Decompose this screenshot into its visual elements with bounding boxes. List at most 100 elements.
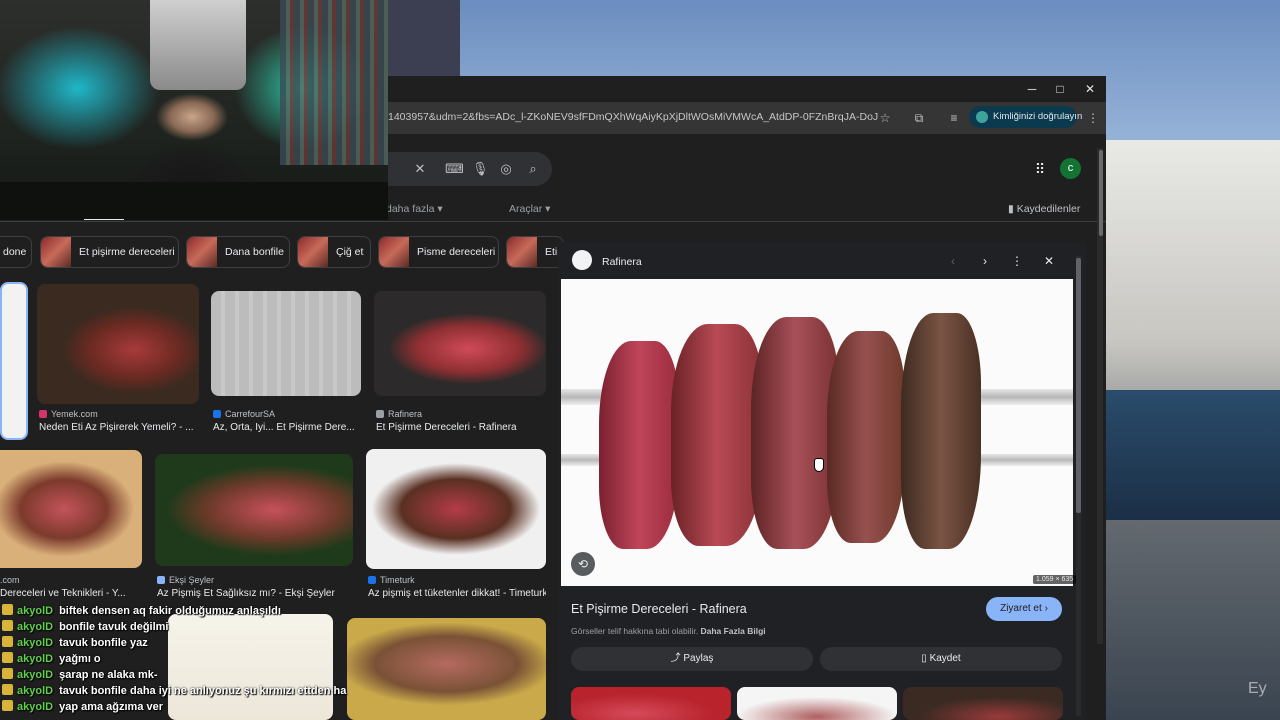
subscriber-badge-icon xyxy=(2,636,13,647)
chip-2[interactable]: Dana bonfile xyxy=(186,236,290,268)
chat-message: akyolD yağmı o xyxy=(2,652,101,668)
clear-search-icon[interactable]: ✕ xyxy=(412,161,428,177)
copyright-notice: Görseller telif hakkına tabi olabilir. D… xyxy=(571,626,766,636)
browser-menu-icon[interactable]: ⋮ xyxy=(1085,110,1101,126)
visit-label: Ziyaret et xyxy=(1000,603,1042,614)
subscriber-badge-icon xyxy=(2,684,13,695)
related-image[interactable] xyxy=(737,687,897,720)
save-button[interactable]: ▯ Kaydet xyxy=(820,647,1062,671)
result-card[interactable]: Ekşi Şeyler Az Pişmiş Et Sağlıksız mı? -… xyxy=(155,454,353,600)
chip-3[interactable]: Çiğ et xyxy=(297,236,371,268)
previous-image-icon[interactable]: ‹ xyxy=(946,254,960,268)
chip-label: Çiğ et xyxy=(336,246,364,258)
related-image[interactable] xyxy=(571,687,731,720)
chat-username: akyolD xyxy=(17,701,54,713)
result-title[interactable]: Az Pişmiş Et Sağlıksız mı? - Ekşi Şeyler xyxy=(157,588,353,599)
result-thumbnail xyxy=(211,291,361,396)
steak-slice-medium-rare xyxy=(671,324,763,546)
result-thumbnail xyxy=(37,284,199,404)
chat-message: akyolD şarap ne alaka mk- xyxy=(2,668,158,684)
chat-text: bonfile tavuk değilmi xyxy=(59,621,169,633)
chat-text: yağmı o xyxy=(59,653,101,665)
verify-identity-label: Kimliğinizi doğrulayın xyxy=(993,111,1083,122)
more-info-link[interactable]: Daha Fazla Bilgi xyxy=(700,626,765,636)
chip-5[interactable]: Etin xyxy=(506,236,564,268)
yemek-favicon xyxy=(39,410,47,418)
chat-username: akyolD xyxy=(17,653,54,665)
share-button[interactable]: ⤴ Paylaş xyxy=(571,647,813,671)
chat-text: biftek densen aq fakir olduğumuz anlaşıl… xyxy=(59,605,281,617)
chat-text: yap ama ağzıma ver xyxy=(59,701,164,713)
saved-link[interactable]: ▮ Kaydedilenler xyxy=(1008,203,1080,215)
chip-4[interactable]: Pisme dereceleri xyxy=(378,236,499,268)
preview-scrollbar-thumb[interactable] xyxy=(1076,258,1081,513)
preview-title[interactable]: Et Pişirme Dereceleri - Rafinera xyxy=(571,602,747,616)
result-source-label: Rafinera xyxy=(388,409,423,419)
chip-thumbnail xyxy=(298,237,328,267)
result-title[interactable]: Dereceleri ve Teknikleri - Y... xyxy=(0,588,142,599)
related-image[interactable] xyxy=(903,687,1063,720)
result-card[interactable]: Yemek.com Neden Eti Az Pişirerek Yemeli?… xyxy=(37,284,199,434)
media-control-icon[interactable]: ≡ xyxy=(946,110,962,126)
bookmark-star-icon[interactable]: ☆ xyxy=(877,110,893,126)
related-search-chips: done Et pişirme dereceleri Dana bonfile … xyxy=(0,236,564,270)
minimize-icon[interactable]: ─ xyxy=(1018,80,1046,98)
chip-0[interactable]: done xyxy=(0,236,32,268)
verify-identity-button[interactable]: Kimliğinizi doğrulayın xyxy=(969,106,1082,128)
chat-message: akyolD bonfile tavuk değilmi xyxy=(2,620,168,636)
visit-button[interactable]: Ziyaret et › xyxy=(986,597,1062,621)
page-scrollbar-thumb[interactable] xyxy=(1099,150,1103,236)
result-title[interactable]: Neden Eti Az Pişirerek Yemeli? - ... xyxy=(39,422,199,433)
subscriber-badge-icon xyxy=(2,620,13,631)
desktop-pool xyxy=(1105,390,1280,520)
chip-label: Pisme dereceleri xyxy=(417,246,496,258)
search-icon[interactable]: ⌕ xyxy=(525,161,541,177)
result-card[interactable]: .com Dereceleri ve Teknikleri - Y... xyxy=(0,450,142,600)
microphone-icon[interactable]: 🎙 xyxy=(472,161,489,177)
chip-1[interactable]: Et pişirme dereceleri xyxy=(40,236,179,268)
result-thumbnail xyxy=(155,454,353,566)
address-bar[interactable]: 1403957&udm=2&fbs=ADc_l-ZKoNEV9sfFDmQXhW… xyxy=(388,111,878,123)
extensions-icon[interactable]: ⧉ xyxy=(911,110,927,126)
steak-slice-rare xyxy=(599,341,679,549)
close-window-icon[interactable]: ✕ xyxy=(1076,80,1104,98)
source-favicon xyxy=(572,250,592,270)
keyboard-icon[interactable]: ⌨ xyxy=(445,161,464,177)
result-card[interactable]: Timeturk Az pişmiş et tüketenler dikkat!… xyxy=(366,449,546,600)
header-divider xyxy=(0,221,1106,222)
result-card[interactable] xyxy=(0,282,28,442)
result-title[interactable]: Et Pişirme Dereceleri - Rafinera xyxy=(376,422,546,433)
result-card[interactable]: Rafinera Et Pişirme Dereceleri - Rafiner… xyxy=(374,291,546,434)
result-title[interactable]: Az, Orta, İyi... Et Pişirme Dere... xyxy=(213,422,361,433)
preview-image[interactable] xyxy=(561,279,1073,586)
webcam-overlay xyxy=(0,0,388,220)
timeturk-favicon xyxy=(368,576,376,584)
close-preview-icon[interactable]: ✕ xyxy=(1042,254,1056,268)
chat-message: akyolD tavuk bonfile yaz xyxy=(2,636,148,652)
subscriber-badge-icon xyxy=(2,668,13,679)
chat-username: akyolD xyxy=(17,605,54,617)
tab-tools[interactable]: Araçlar ▾ xyxy=(509,203,550,215)
chat-username: akyolD xyxy=(17,621,54,633)
preview-source[interactable]: Rafinera xyxy=(602,256,642,268)
apps-grid-icon[interactable]: ⠿ xyxy=(1032,161,1048,177)
result-card[interactable]: CarrefourSA Az, Orta, İyi... Et Pişirme … xyxy=(211,291,361,434)
maximize-icon[interactable]: □ xyxy=(1046,80,1074,98)
result-thumbnail xyxy=(374,291,546,396)
desktop-wall xyxy=(388,0,460,80)
chip-label: done xyxy=(3,246,27,258)
lens-search-icon[interactable]: ◎ xyxy=(498,161,514,177)
result-card[interactable] xyxy=(347,618,546,720)
more-options-icon[interactable]: ⋮ xyxy=(1010,254,1024,268)
next-image-icon[interactable]: › xyxy=(978,254,992,268)
mouse-cursor xyxy=(814,458,824,472)
chat-message: akyolD yap ama ağzıma ver xyxy=(2,700,163,716)
chat-message: akyolD biftek densen aq fakir olduğumuz a… xyxy=(2,604,281,620)
lens-icon[interactable]: ⟲ xyxy=(571,552,595,576)
tab-more[interactable]: daha fazla ▾ xyxy=(386,203,443,215)
result-title[interactable]: Az pişmiş et tüketenler dikkat! - Timetu… xyxy=(368,588,546,599)
result-source: Ekşi Şeyler xyxy=(157,575,214,585)
save-label: Kaydet xyxy=(929,653,961,664)
account-avatar[interactable]: c xyxy=(1060,158,1081,179)
chip-label: Dana bonfile xyxy=(225,246,284,258)
